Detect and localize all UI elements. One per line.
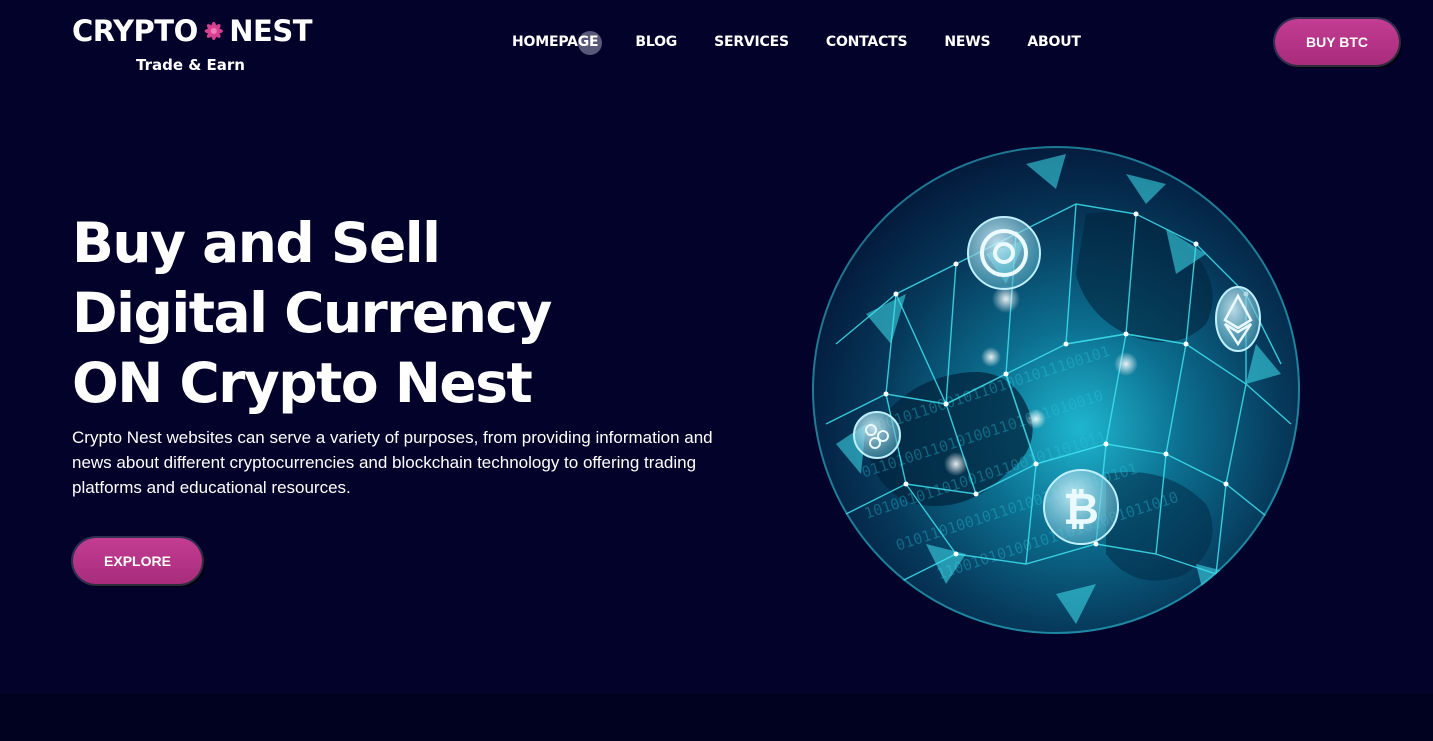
nav-item-homepage[interactable]: HOMEPAGE bbox=[512, 31, 602, 55]
nav-item-news[interactable]: NEWS bbox=[944, 34, 990, 50]
hero-title: Buy and Sell Digital Currency ON Crypto … bbox=[72, 208, 692, 418]
nav-item-services[interactable]: SERVICES bbox=[714, 34, 789, 50]
nav-item-blog[interactable]: BLOG bbox=[635, 34, 677, 50]
hero-description: Crypto Nest websites can serve a variety… bbox=[72, 428, 713, 497]
lotus-icon bbox=[204, 21, 223, 41]
explore-button[interactable]: EXPLORE bbox=[73, 538, 202, 584]
svg-text:₿: ₿ bbox=[1063, 484, 1099, 535]
crypto-globe-icon: 1001011000101101001011100101 01101001101… bbox=[812, 146, 1300, 634]
bitcoin-coin-icon: ₿ bbox=[1043, 469, 1119, 545]
next-section-band bbox=[0, 693, 1433, 741]
brand-tagline: Trade & Earn bbox=[136, 56, 245, 74]
brand-name-left: CRYPTO bbox=[72, 13, 198, 48]
ripple-coin-icon bbox=[853, 411, 901, 459]
coin-ring-icon bbox=[967, 216, 1041, 290]
buy-btc-button[interactable]: BUY BTC bbox=[1275, 19, 1399, 65]
hero-title-line: ON Crypto Nest bbox=[72, 351, 533, 415]
nav-item-about[interactable]: ABOUT bbox=[1027, 34, 1081, 50]
hero-title-line: Digital Currency bbox=[72, 281, 552, 345]
nav-item-contacts[interactable]: CONTACTS bbox=[826, 34, 908, 50]
main-nav: HOMEPAGE BLOG SERVICES CONTACTS NEWS ABO… bbox=[512, 31, 1081, 55]
ethereum-coin-icon bbox=[1215, 286, 1261, 352]
brand-logo[interactable]: CRYPTO NEST Trade & Earn bbox=[72, 10, 312, 78]
brand-name-right: NEST bbox=[229, 13, 312, 48]
page: CRYPTO NEST Trade & Earn HOMEPAGE BLOG S bbox=[0, 0, 1433, 741]
hero-title-line: Buy and Sell bbox=[72, 211, 441, 275]
